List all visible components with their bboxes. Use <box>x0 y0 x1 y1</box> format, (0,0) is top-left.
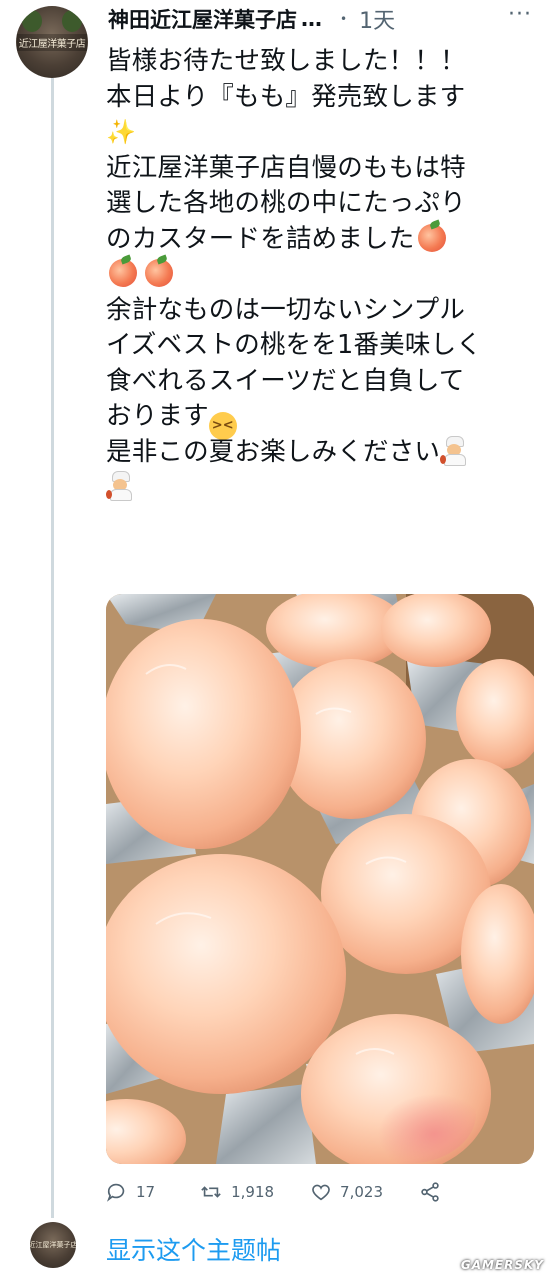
tweet-text: 皆様お待たせ致しました！！！ 本日より『もも』発売致します ✨ 近江屋洋菓子店自… <box>106 44 531 506</box>
avatar-sign-text: 近江屋洋菓子店 <box>16 33 88 51</box>
tweet-actions: 17 1,918 7,023 <box>106 1176 526 1208</box>
tweet-line-9: イズベストの桃をを1番美味しく <box>106 330 482 360</box>
tweet-media-photo[interactable] <box>106 594 534 1164</box>
retweet-icon <box>201 1186 221 1198</box>
tweet-line-11: おります >< <box>106 399 531 440</box>
separator-dot: • <box>340 12 348 26</box>
tweet-line-6: のカスタードを詰めました <box>106 222 531 258</box>
sparkles-icon: ✨ <box>106 118 137 147</box>
tweet-time[interactable]: 1天 <box>359 3 395 35</box>
watermark-logo: GAMERSKY <box>460 1258 544 1272</box>
tweet-line-10: 食べれるスイーツだと自負して <box>106 365 465 396</box>
cook-icon <box>106 471 132 501</box>
thread-avatar-sign-text: 近江屋洋菓子店 <box>30 1241 76 1249</box>
reply-icon <box>106 1183 125 1202</box>
author-name-ellipsis: … <box>301 7 322 31</box>
avatar-tree-right <box>62 10 82 32</box>
show-thread-link[interactable]: 显示这个主题帖 <box>106 1231 281 1267</box>
thread-avatar[interactable]: 近江屋洋菓子店 <box>30 1222 76 1268</box>
share-icon <box>421 1182 439 1202</box>
peach-icon <box>418 223 447 252</box>
peach-pastries-photo <box>106 594 534 1164</box>
tweet-line-1: 皆様お待たせ致しました！！！ <box>106 46 466 76</box>
retweet-count: 1,918 <box>231 1183 275 1201</box>
tweet-line-2: 本日より『もも』発売致します <box>106 81 466 112</box>
heart-icon <box>312 1184 330 1201</box>
avatar-tree-left <box>22 10 42 32</box>
tweet-line-6-text: のカスタードを詰めました <box>106 223 415 254</box>
tweet-line-5: 選した各地の桃の中にたっぷり <box>106 188 466 218</box>
thread-line <box>51 78 54 1218</box>
tweet-line-8: 余計なものは一切ないシンプル <box>106 294 466 325</box>
peach-icon <box>145 259 173 287</box>
tweet-line-4: 近江屋洋菓子店自慢のももは特 <box>106 152 466 183</box>
share-button[interactable] <box>419 1181 449 1203</box>
tweet-line-12: 是非この夏お楽しみください <box>106 435 531 471</box>
author-name[interactable]: 神田近江屋洋菓子店 <box>108 4 297 34</box>
tweet-line-11-text: おります <box>106 401 209 431</box>
like-count: 7,023 <box>340 1183 383 1201</box>
peach-icon <box>109 259 137 287</box>
reply-button[interactable]: 17 <box>106 1181 155 1203</box>
retweet-button[interactable]: 1,918 <box>199 1181 274 1203</box>
cook-icon <box>440 435 467 466</box>
tweet-line-13 <box>106 470 531 506</box>
reply-count: 17 <box>136 1183 156 1201</box>
tweet-line-3: ✨ <box>106 115 531 151</box>
tweet-line-12-text: 是非この夏お楽しみください <box>106 436 441 467</box>
tweet-line-7 <box>106 257 531 293</box>
author-avatar[interactable]: 近江屋洋菓子店 <box>16 6 88 78</box>
like-button[interactable]: 7,023 <box>310 1181 383 1203</box>
more-options-icon[interactable]: ··· <box>508 2 532 27</box>
tweet-header: 神田近江屋洋菓子店 … • 1天 ··· <box>108 2 538 36</box>
